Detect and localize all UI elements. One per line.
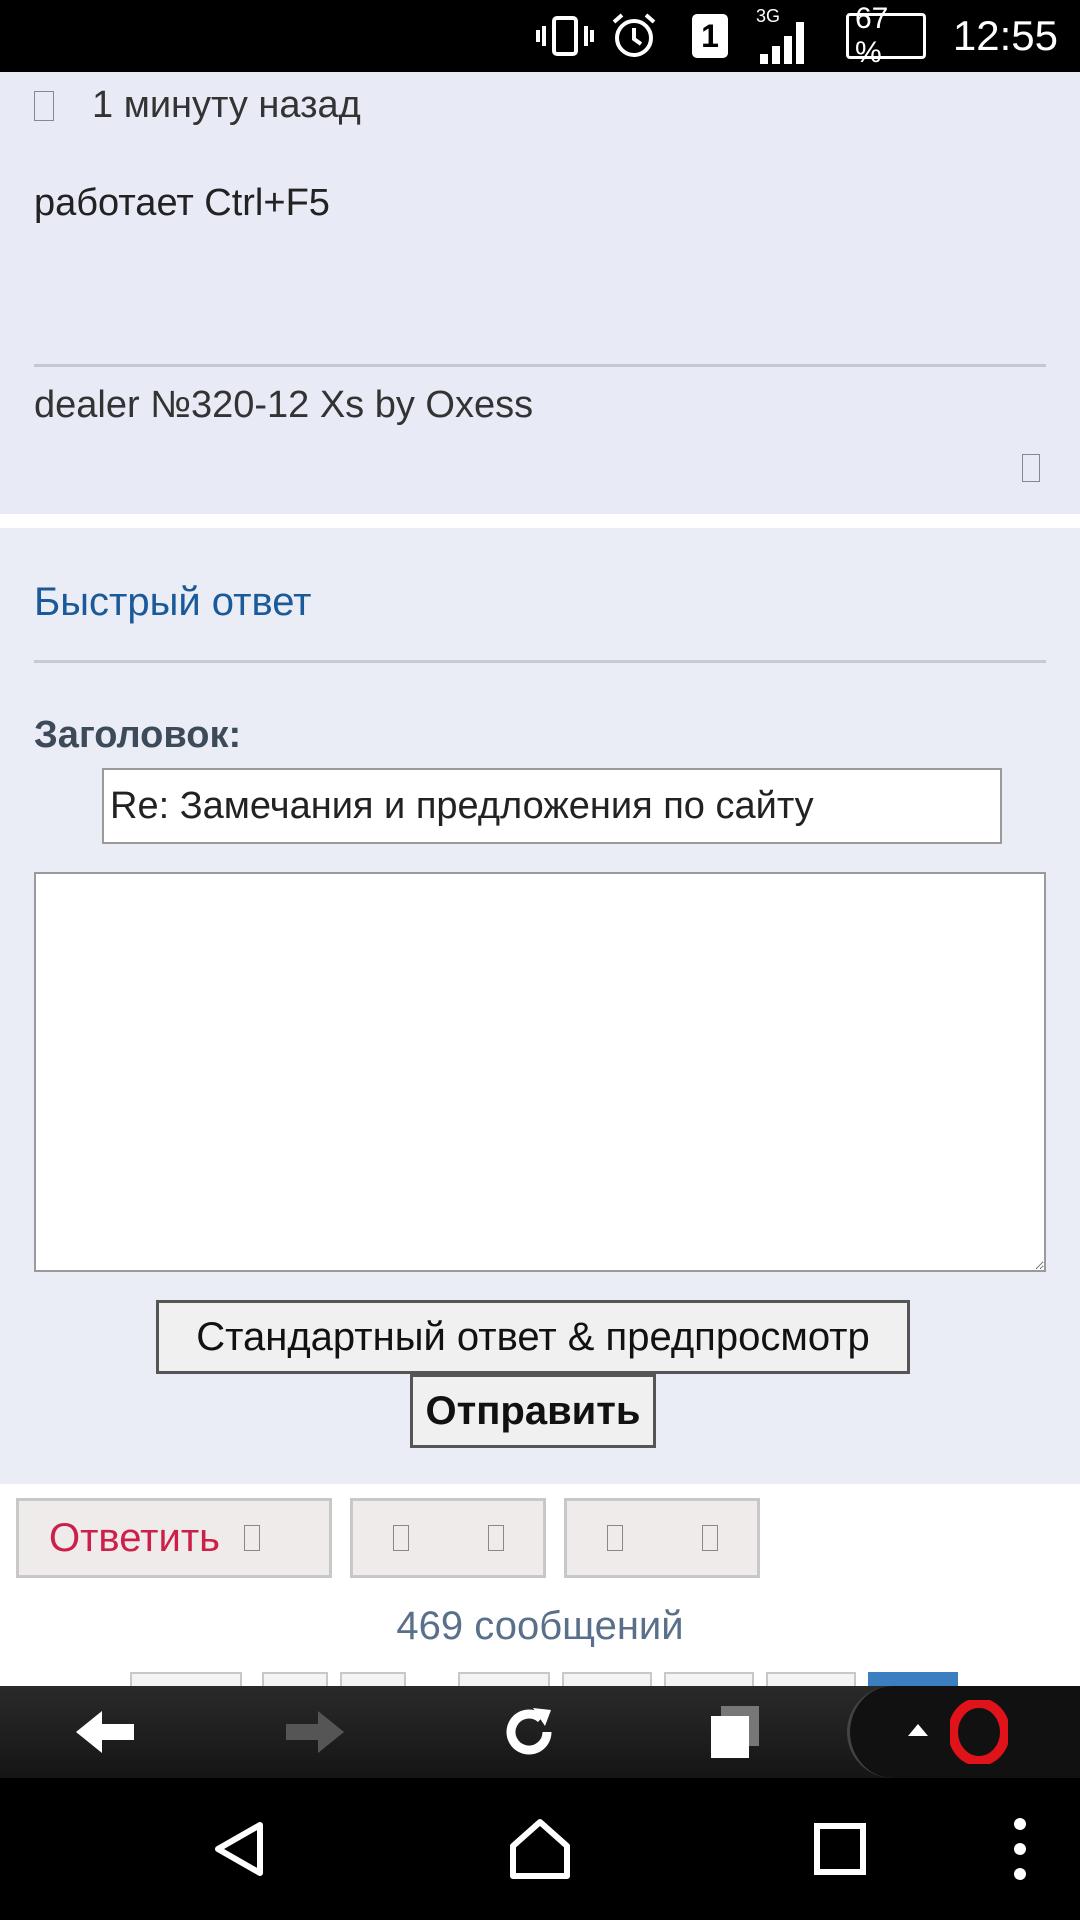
section-gap <box>0 514 1080 528</box>
clock: 12:55 <box>952 12 1058 59</box>
back-triangle-icon[interactable] <box>200 1778 280 1920</box>
post-menu-icon[interactable] <box>1022 454 1040 482</box>
caret-up-icon <box>908 1722 928 1741</box>
message-textarea[interactable] <box>34 872 1046 1272</box>
dropdown-icon <box>487 1525 504 1551</box>
back-arrow-icon[interactable] <box>60 1686 150 1778</box>
sim-icon: 1 <box>690 0 730 72</box>
post-signature: dealer №320-12 Xs by Oxess <box>34 384 534 426</box>
network-type-label: 3G <box>756 6 781 26</box>
recents-icon[interactable] <box>800 1778 880 1920</box>
opera-logo-icon <box>948 1698 1010 1769</box>
home-icon[interactable] <box>500 1778 580 1920</box>
vibrate-icon <box>536 0 594 72</box>
quick-reply-divider <box>34 660 1046 663</box>
tabs-icon[interactable] <box>690 1686 780 1778</box>
opera-menu[interactable] <box>847 1686 1080 1778</box>
send-button[interactable]: Отправить <box>410 1374 656 1448</box>
browser-toolbar <box>0 1686 1080 1778</box>
action-icon <box>606 1525 623 1551</box>
reply-button-label: Ответить <box>49 1515 220 1560</box>
dropdown-icon <box>701 1525 718 1551</box>
action-icon <box>392 1525 409 1551</box>
signal-icon: 3G <box>756 0 810 72</box>
clock-icon <box>34 90 54 121</box>
action-button-2[interactable] <box>350 1498 546 1578</box>
android-nav-bar <box>0 1778 1080 1920</box>
post-timestamp: 1 минуту назад <box>92 84 361 126</box>
alarm-icon <box>610 0 658 72</box>
subject-label: Заголовок: <box>34 714 242 756</box>
action-button-3[interactable] <box>564 1498 760 1578</box>
reply-button[interactable]: Ответить <box>16 1498 332 1578</box>
message-count: 469 сообщений <box>396 1604 684 1648</box>
signature-divider <box>34 364 1046 367</box>
post-body: работает Ctrl+F5 <box>34 182 330 224</box>
post-actions: Ответить <box>0 1484 1080 1684</box>
quick-reply-title[interactable]: Быстрый ответ <box>34 580 312 625</box>
reload-icon[interactable] <box>484 1686 574 1778</box>
advanced-reply-button[interactable]: Стандартный ответ & предпросмотр <box>156 1300 910 1374</box>
forward-arrow-icon[interactable] <box>270 1686 360 1778</box>
reply-icon <box>243 1525 260 1551</box>
subject-input[interactable] <box>102 768 1002 844</box>
quick-reply-panel: Быстрый ответ Заголовок: Стандартный отв… <box>0 528 1080 1484</box>
overflow-menu-icon[interactable] <box>1000 1778 1040 1920</box>
forum-post: 1 минуту назад работает Ctrl+F5 dealer №… <box>0 72 1080 514</box>
post-meta: 1 минуту назад <box>34 84 361 127</box>
status-bar: 1 3G 67 % 12:55 <box>0 0 1080 72</box>
battery-icon: 67 % <box>846 0 926 72</box>
